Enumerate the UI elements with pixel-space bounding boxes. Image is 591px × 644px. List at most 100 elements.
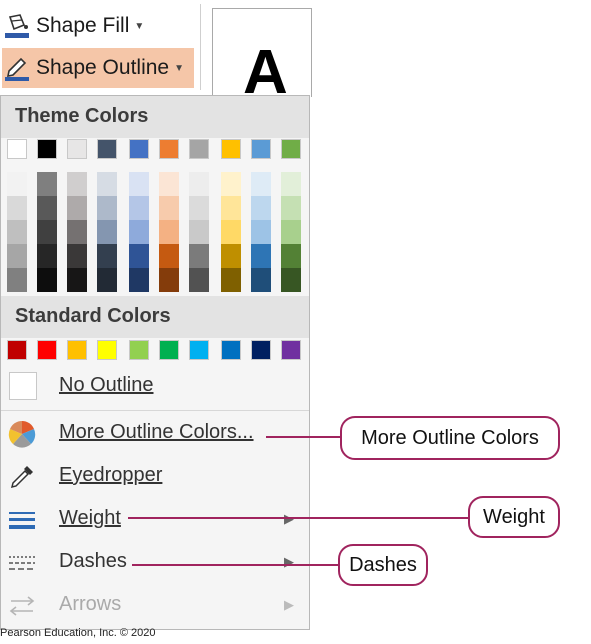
theme-shade-swatch[interactable]: [281, 244, 301, 268]
theme-shade-swatch[interactable]: [221, 172, 241, 196]
callout-leader-dashes: [132, 564, 340, 566]
no-outline-item[interactable]: No Outline: [1, 366, 309, 408]
theme-shade-swatch[interactable]: [281, 196, 301, 220]
shape-outline-button[interactable]: Shape Outline ▼: [2, 48, 195, 88]
standard-color-swatch[interactable]: [159, 340, 179, 360]
theme-shade-swatch[interactable]: [281, 268, 301, 292]
standard-color-swatch[interactable]: [221, 340, 241, 360]
standard-color-swatch[interactable]: [67, 340, 87, 360]
theme-shade-swatch[interactable]: [221, 244, 241, 268]
line-weight-icon: [7, 505, 37, 535]
theme-shade-swatch[interactable]: [67, 268, 87, 292]
theme-shade-swatch[interactable]: [281, 220, 301, 244]
theme-colors-header: Theme Colors: [1, 96, 309, 138]
theme-shade-swatch[interactable]: [189, 220, 209, 244]
theme-shade-swatch[interactable]: [67, 196, 87, 220]
arrows-icon: [7, 591, 37, 621]
theme-shade-swatch[interactable]: [7, 220, 27, 244]
theme-shade-swatch[interactable]: [251, 244, 271, 268]
theme-shade-swatch[interactable]: [97, 268, 117, 292]
theme-color-swatch[interactable]: [189, 139, 209, 159]
callout-weight-text: Weight: [483, 505, 545, 528]
theme-shade-swatch[interactable]: [159, 196, 179, 220]
standard-color-swatch[interactable]: [37, 340, 57, 360]
theme-shade-swatch[interactable]: [7, 244, 27, 268]
theme-shade-swatch[interactable]: [189, 244, 209, 268]
standard-colors-header: Standard Colors: [1, 296, 309, 338]
eyedropper-label: Eyedropper: [59, 464, 163, 486]
theme-color-swatch[interactable]: [97, 139, 117, 159]
theme-shade-swatch[interactable]: [37, 196, 57, 220]
theme-shade-swatch[interactable]: [159, 244, 179, 268]
theme-shade-swatch[interactable]: [189, 268, 209, 292]
theme-shade-swatch[interactable]: [129, 196, 149, 220]
copyright-credit: Pearson Education, Inc. © 2020: [0, 627, 156, 639]
theme-shade-swatch[interactable]: [251, 220, 271, 244]
theme-color-swatch[interactable]: [159, 139, 179, 159]
theme-shade-swatch[interactable]: [97, 172, 117, 196]
theme-shade-swatch[interactable]: [129, 244, 149, 268]
ribbon-divider: [200, 4, 201, 90]
theme-color-swatch[interactable]: [281, 139, 301, 159]
ribbon-group: Shape Fill ▼ Shape Outline ▼ A: [0, 0, 312, 107]
theme-shade-swatch[interactable]: [251, 172, 271, 196]
theme-shade-swatch[interactable]: [97, 196, 117, 220]
callout-dashes-text: Dashes: [349, 553, 417, 576]
more-outline-colors-item[interactable]: More Outline Colors...: [1, 413, 309, 455]
theme-shade-swatch[interactable]: [129, 172, 149, 196]
theme-color-swatch[interactable]: [7, 139, 27, 159]
theme-shade-swatch[interactable]: [159, 220, 179, 244]
theme-shade-swatch[interactable]: [159, 268, 179, 292]
theme-shade-swatch[interactable]: [67, 244, 87, 268]
theme-color-swatch[interactable]: [37, 139, 57, 159]
theme-shade-swatch[interactable]: [189, 172, 209, 196]
shape-outline-label: Shape Outline: [36, 56, 170, 79]
theme-shade-swatch[interactable]: [7, 172, 27, 196]
theme-colors-label: Theme Colors: [15, 105, 149, 127]
standard-color-swatch[interactable]: [281, 340, 301, 360]
theme-shade-swatch[interactable]: [7, 196, 27, 220]
theme-shade-swatch[interactable]: [221, 220, 241, 244]
theme-shade-swatch[interactable]: [37, 220, 57, 244]
standard-color-swatch[interactable]: [7, 340, 27, 360]
eyedropper-item[interactable]: Eyedropper: [1, 456, 309, 498]
theme-shade-swatch[interactable]: [67, 220, 87, 244]
submenu-arrow-icon: ▶: [284, 554, 294, 569]
theme-shade-swatch[interactable]: [97, 220, 117, 244]
theme-shade-swatch[interactable]: [37, 172, 57, 196]
standard-color-swatch[interactable]: [189, 340, 209, 360]
dashes-item[interactable]: Dashes ▶: [1, 542, 309, 584]
theme-color-swatch[interactable]: [251, 139, 271, 159]
no-outline-swatch-icon: [9, 372, 37, 400]
theme-shade-swatch[interactable]: [159, 172, 179, 196]
theme-shade-swatch[interactable]: [251, 268, 271, 292]
theme-shade-swatch[interactable]: [67, 172, 87, 196]
color-wheel-icon: [7, 419, 37, 449]
pencil-outline-icon: [2, 53, 32, 83]
shape-fill-label: Shape Fill: [36, 14, 130, 37]
standard-color-swatch[interactable]: [251, 340, 271, 360]
theme-shade-swatch[interactable]: [251, 196, 271, 220]
theme-color-swatch[interactable]: [67, 139, 87, 159]
standard-color-swatch[interactable]: [97, 340, 117, 360]
shape-fill-button[interactable]: Shape Fill ▼: [2, 6, 144, 46]
theme-color-swatch[interactable]: [129, 139, 149, 159]
weight-label: Weight: [59, 507, 121, 529]
text-preview[interactable]: A: [212, 8, 312, 107]
theme-shade-swatch[interactable]: [189, 196, 209, 220]
theme-shade-swatch[interactable]: [129, 268, 149, 292]
standard-color-swatch[interactable]: [129, 340, 149, 360]
theme-shade-swatch[interactable]: [37, 268, 57, 292]
theme-shade-swatch[interactable]: [37, 244, 57, 268]
submenu-arrow-icon: ▶: [284, 597, 294, 612]
theme-shade-swatch[interactable]: [129, 220, 149, 244]
theme-shade-swatch[interactable]: [7, 268, 27, 292]
theme-shade-swatch[interactable]: [221, 196, 241, 220]
weight-item[interactable]: Weight ▶: [1, 499, 309, 541]
theme-color-swatch[interactable]: [221, 139, 241, 159]
theme-shade-swatch[interactable]: [97, 244, 117, 268]
theme-shade-swatch[interactable]: [281, 172, 301, 196]
callout-dashes: Dashes: [338, 544, 428, 586]
arrows-item[interactable]: Arrows ▶: [1, 585, 309, 627]
theme-shade-swatch[interactable]: [221, 268, 241, 292]
